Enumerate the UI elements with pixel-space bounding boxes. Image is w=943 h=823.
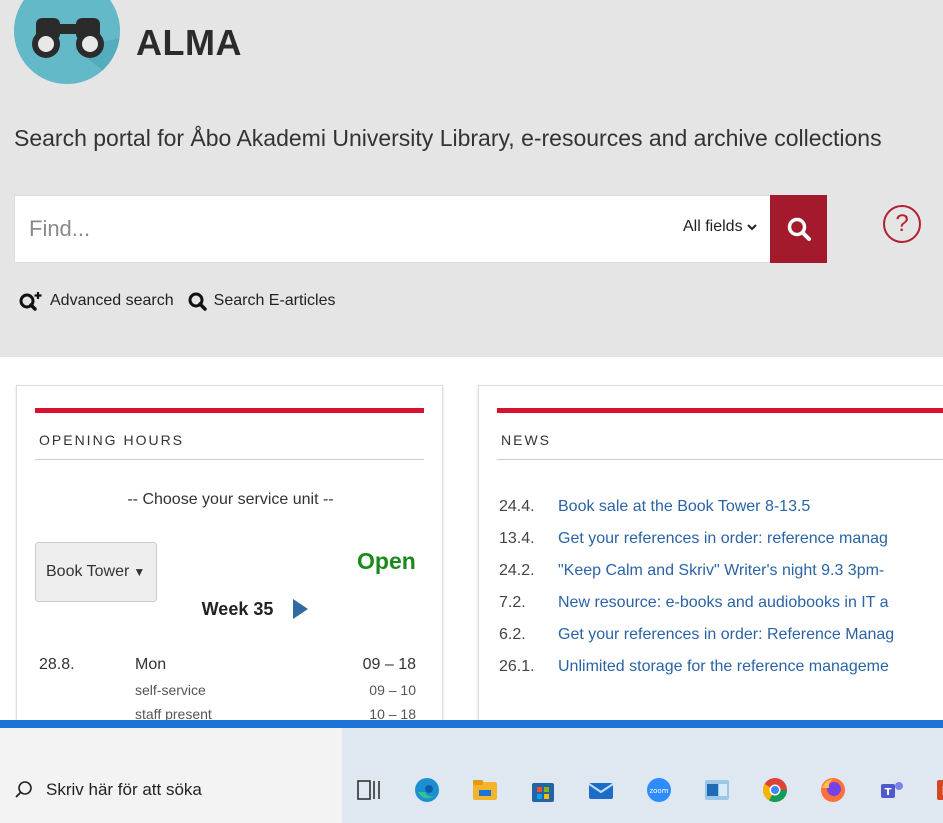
news-item[interactable]: 24.2. "Keep Calm and Skriv" Writer's nig…: [499, 555, 943, 587]
selected-unit: Book Tower: [46, 563, 130, 580]
news-date: 13.4.: [499, 530, 535, 547]
news-date: 24.2.: [499, 562, 535, 579]
alma-logo[interactable]: [14, 0, 120, 84]
page-tagline: Search portal for Åbo Akademi University…: [14, 125, 882, 151]
search-icon: [15, 781, 32, 798]
service-unit-select[interactable]: Book Tower ▼: [35, 542, 157, 602]
advanced-search-label: Advanced search: [50, 292, 174, 309]
news-item[interactable]: 7.2. New resource: e-books and audiobook…: [499, 587, 943, 619]
news-card: NEWS 24.4. Book sale at the Book Tower 8…: [478, 385, 943, 735]
microsoft-store-icon[interactable]: [529, 776, 557, 804]
news-link[interactable]: New resource: e-books and audiobooks in …: [558, 594, 889, 612]
hours-date: 28.8.: [39, 656, 75, 673]
week-navigation: Week 35: [17, 598, 444, 620]
taskbar-search-box[interactable]: Skriv här för att söka: [0, 728, 342, 823]
hours-row: self-service 09 – 10: [39, 682, 416, 698]
card-accent-bar: [35, 408, 424, 413]
powerpoint-icon[interactable]: P: [935, 776, 943, 804]
news-heading: NEWS: [501, 432, 551, 448]
news-date: 24.4.: [499, 498, 535, 515]
card-divider: [497, 459, 943, 460]
app-title: ALMA: [136, 22, 242, 63]
card-divider: [35, 459, 424, 460]
news-link[interactable]: Unlimited storage for the reference mana…: [558, 658, 889, 676]
chevron-down-icon: [746, 224, 757, 231]
teams-icon[interactable]: T: [877, 776, 905, 804]
news-list: 24.4. Book sale at the Book Tower 8-13.5…: [499, 491, 943, 683]
search-icon: [787, 217, 811, 241]
firefox-icon[interactable]: [819, 776, 847, 804]
search-earticles-label: Search E-articles: [213, 292, 336, 309]
search-field-label: All fields: [683, 218, 743, 235]
news-item[interactable]: 26.1. Unlimited storage for the referenc…: [499, 651, 943, 683]
news-link[interactable]: Get your references in order: reference …: [558, 530, 888, 548]
news-date: 6.2.: [499, 626, 526, 643]
taskbar-accent-line: [0, 720, 943, 728]
hours-time: 09 – 10: [369, 682, 416, 698]
hours-time: 09 – 18: [362, 656, 416, 673]
news-item[interactable]: 13.4. Get your references in order: refe…: [499, 523, 943, 555]
next-week-arrow-icon[interactable]: [291, 598, 309, 620]
choose-unit-label: -- Choose your service unit --: [127, 491, 334, 508]
chrome-icon[interactable]: [751, 766, 799, 816]
hours-date: [39, 682, 117, 698]
news-date: 26.1.: [499, 658, 535, 675]
search-input[interactable]: [15, 196, 655, 262]
zoom-icon[interactable]: zoom: [645, 776, 673, 804]
search-icon: [188, 292, 207, 311]
task-view-icon[interactable]: [355, 776, 383, 804]
hours-day: Mon: [135, 656, 167, 673]
mail-icon[interactable]: [587, 776, 615, 804]
windows-taskbar: Skriv här för att söka zoom T: [0, 728, 943, 823]
hours-row: 28.8. Mon 09 – 18: [39, 656, 416, 674]
news-date: 7.2.: [499, 594, 526, 611]
advanced-search-icon: [19, 292, 42, 311]
card-accent-bar: [497, 408, 943, 413]
file-explorer-icon[interactable]: [471, 776, 499, 804]
taskbar-search-text: Skriv här för att söka: [46, 780, 202, 799]
question-circle-icon[interactable]: ?: [883, 205, 921, 243]
news-link[interactable]: "Keep Calm and Skriv" Writer's night 9.3…: [558, 562, 884, 580]
search-links: Advanced search Search E-articles: [18, 290, 349, 312]
taskbar-icons: zoom T P: [355, 766, 943, 816]
news-item[interactable]: 24.4. Book sale at the Book Tower 8-13.5: [499, 491, 943, 523]
search-earticles-link[interactable]: Search E-articles: [188, 290, 336, 312]
search-box: All fields: [14, 195, 827, 263]
news-item[interactable]: 6.2. Get your references in order: Refer…: [499, 619, 943, 651]
search-button[interactable]: [770, 195, 827, 263]
week-label: Week 35: [201, 598, 274, 619]
svg-text:zoom: zoom: [649, 787, 668, 795]
news-link[interactable]: Get your references in order: Reference …: [558, 626, 894, 644]
opening-hours-card: OPENING HOURS -- Choose your service uni…: [16, 385, 443, 725]
search-field-select[interactable]: All fields: [683, 218, 758, 236]
binoculars-logo-icon: [14, 0, 120, 84]
news-link[interactable]: Book sale at the Book Tower 8-13.5: [558, 498, 810, 516]
svg-text:T: T: [885, 787, 892, 798]
opening-hours-heading: OPENING HOURS: [39, 432, 185, 448]
outlook-icon[interactable]: [703, 776, 731, 804]
dropdown-arrow-icon: ▼: [133, 565, 146, 579]
edge-icon[interactable]: [413, 776, 441, 804]
advanced-search-link[interactable]: Advanced search: [18, 290, 174, 312]
open-status: Open: [357, 548, 416, 574]
hours-day: self-service: [135, 682, 206, 698]
